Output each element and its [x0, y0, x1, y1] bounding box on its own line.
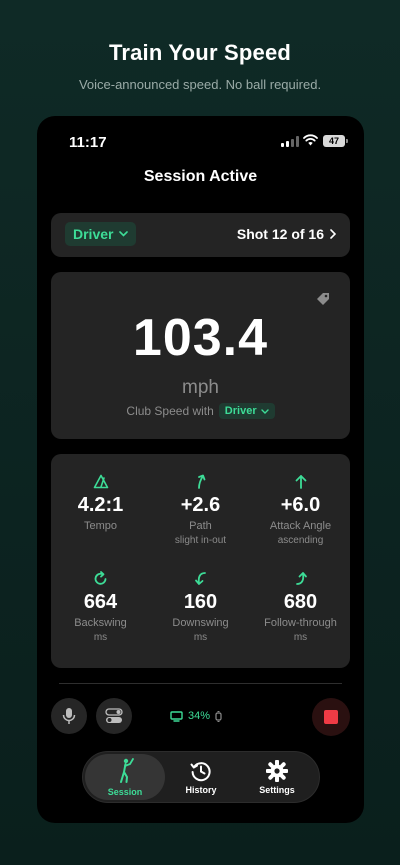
- stop-icon: [324, 710, 338, 724]
- metric-sub: ms: [193, 632, 208, 643]
- tab-label: Settings: [259, 784, 295, 795]
- metric-downswing: 160 Downswing ms: [151, 571, 250, 643]
- arrow-up-right-icon: [197, 474, 205, 489]
- metric-sub: ms: [293, 632, 308, 643]
- speed-value: 103.4: [132, 309, 269, 367]
- metric-sub: ascending: [277, 535, 324, 546]
- status-bar: 11:17 47: [37, 116, 364, 164]
- shot-counter-button[interactable]: Shot 12 of 16: [237, 226, 336, 242]
- rotate-clockwise-icon: [94, 571, 107, 585]
- tab-session[interactable]: Session: [85, 754, 165, 800]
- speed-caption: Club Speed with Driver: [51, 403, 350, 419]
- gear-icon: [266, 759, 288, 782]
- tempo-triangle-icon: [93, 474, 108, 489]
- metric-label: Downswing: [172, 617, 229, 629]
- tab-settings[interactable]: Settings: [237, 754, 317, 800]
- battery-level: 47: [328, 136, 339, 146]
- metric-sub: slight in-out: [174, 535, 227, 546]
- metric-value: 680: [283, 591, 318, 613]
- battery-indicator: 47: [323, 135, 348, 147]
- toggle-settings-button[interactable]: [96, 698, 132, 734]
- chevron-right-icon: [330, 229, 336, 239]
- hero-subtitle: Voice-announced speed. No ball required.: [78, 77, 322, 92]
- wifi-icon: [303, 134, 318, 146]
- speed-unit: mph: [182, 377, 219, 398]
- watch-icon: [215, 710, 222, 722]
- metric-value: 160: [183, 591, 218, 613]
- device-battery-percent: 34%: [188, 710, 211, 722]
- speed-caption-text: Club Speed with: [126, 404, 214, 418]
- tab-label: History: [185, 784, 217, 795]
- metric-label: Attack Angle: [269, 520, 332, 532]
- shot-counter-label: Shot 12 of 16: [236, 226, 324, 242]
- metric-backswing: 664 Backswing ms: [51, 571, 150, 643]
- cellular-signal-icon: [281, 136, 299, 147]
- metric-follow-through: 680 Follow-through ms: [251, 571, 350, 643]
- metric-label: Path: [189, 520, 212, 532]
- tab-label: Session: [107, 786, 143, 797]
- history-clock-icon: [190, 761, 211, 781]
- divider: [59, 683, 342, 684]
- status-time: 11:17: [69, 134, 107, 151]
- metric-tempo: 4.2:1 Tempo: [51, 474, 150, 532]
- toggles-icon: [105, 708, 123, 723]
- metric-path: +2.6 Path slight in-out: [151, 474, 250, 546]
- screen-title: Session Active: [143, 168, 258, 185]
- stop-session-button[interactable]: [312, 698, 350, 736]
- metric-value: 4.2:1: [77, 494, 124, 516]
- phone-screen: 11:17 47 Session Active Driver Shot 12 o…: [37, 116, 364, 823]
- speed-club-selector[interactable]: Driver: [218, 403, 275, 419]
- metric-attack-angle: +6.0 Attack Angle ascending: [251, 474, 350, 546]
- microphone-button[interactable]: [51, 698, 87, 734]
- curved-up-arrow-icon: [295, 572, 307, 585]
- arrow-up-icon: [295, 475, 306, 489]
- metrics-card: 4.2:1 Tempo +2.6 Path slight in-out +6.0: [51, 454, 350, 668]
- metric-value: +6.0: [280, 494, 321, 516]
- chevron-down-icon: [119, 231, 129, 237]
- golfer-icon: [120, 757, 134, 783]
- metric-value: +2.6: [180, 494, 221, 516]
- speed-club-label: Driver: [224, 405, 257, 417]
- microphone-icon: [62, 708, 76, 724]
- metric-label: Tempo: [83, 520, 118, 532]
- device-status: 34%: [170, 710, 222, 722]
- speed-card: 103.4 mph Club Speed with Driver: [51, 272, 350, 439]
- metric-label: Follow-through: [264, 617, 337, 629]
- tag-icon[interactable]: [316, 292, 330, 306]
- club-selector-label: Driver: [73, 226, 114, 242]
- metric-value: 664: [83, 591, 118, 613]
- hero-title: Train Your Speed: [108, 40, 292, 65]
- metric-label: Backswing: [74, 617, 127, 629]
- tab-bar: Session History Settings: [82, 751, 320, 803]
- tab-history[interactable]: History: [161, 754, 241, 800]
- club-selector[interactable]: Driver: [65, 222, 137, 246]
- metric-sub: ms: [93, 632, 108, 643]
- shot-bar: Driver Shot 12 of 16: [51, 213, 350, 257]
- curved-down-arrow-icon: [194, 572, 206, 585]
- monitor-icon: [170, 710, 183, 722]
- chevron-down-icon: [260, 408, 269, 414]
